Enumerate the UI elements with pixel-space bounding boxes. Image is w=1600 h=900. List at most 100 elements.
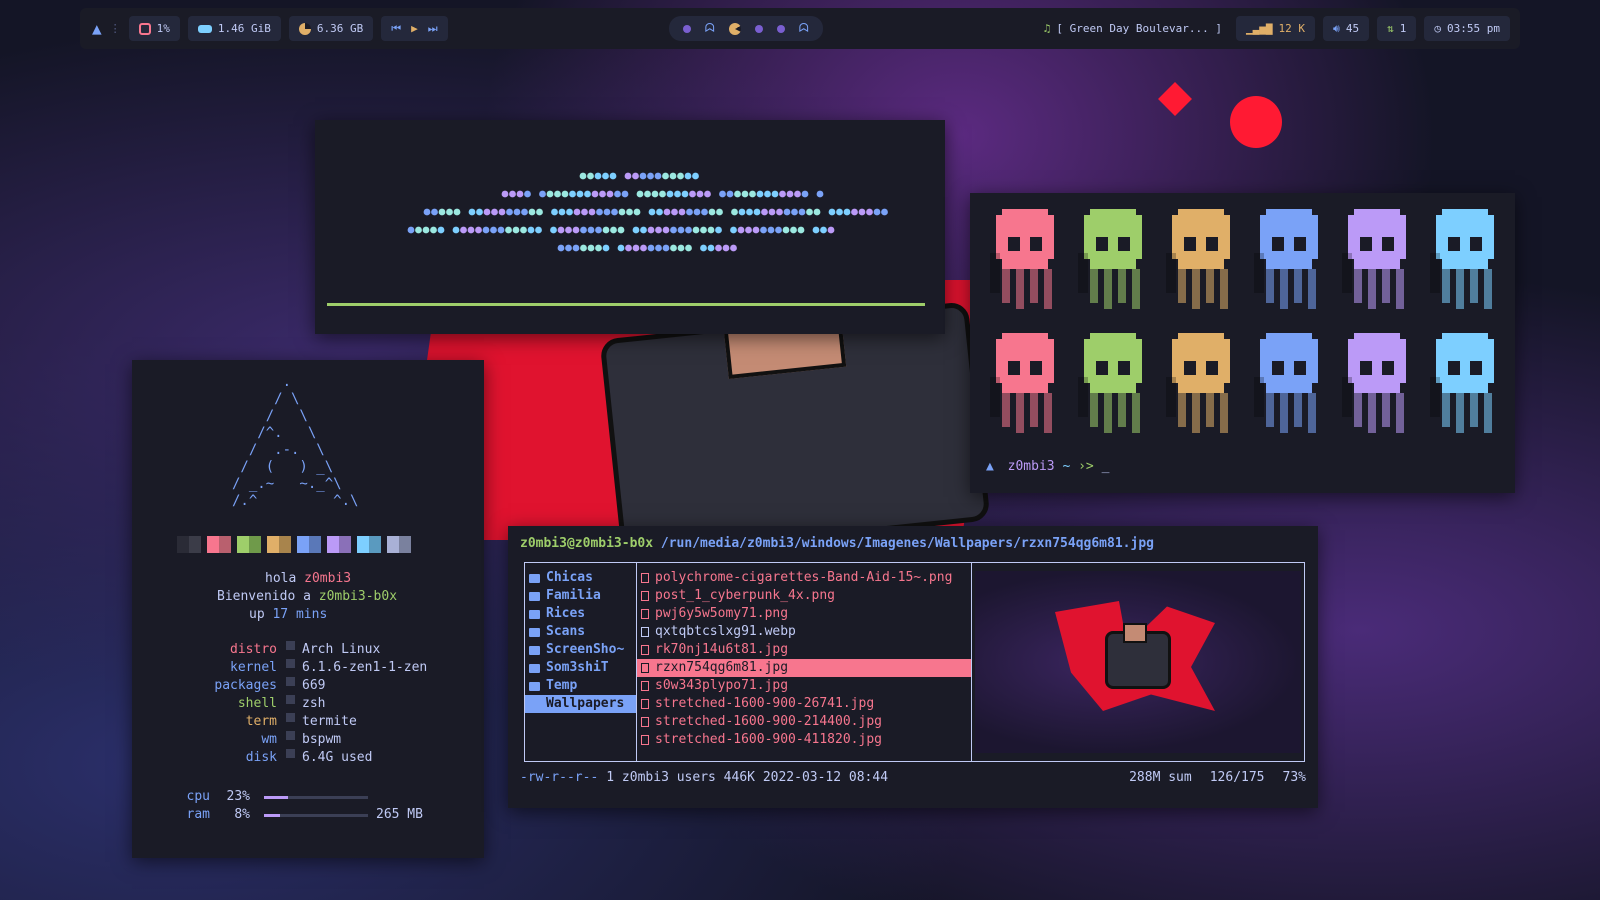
skull-icon [1430,209,1494,309]
info-key: wm [261,732,277,747]
info-row-kernel: kernel 6.1.6-zen1-1-zen [132,659,484,677]
path-user: z0mbi3@z0mbi3-b0x [520,536,654,551]
folder-icon [529,699,540,709]
menu-dots-icon[interactable]: ⋮ [110,22,121,35]
arch-ascii-logo: . / \ / \ /^. \ / .-. \ / ( ) _\ / _.~ ~… [232,374,359,509]
file-manager-window[interactable]: z0mbi3@z0mbi3-b0x /run/media/z0mbi3/wind… [508,526,1318,808]
wallpaper-red-diamond [1158,82,1192,116]
info-value: bspwm [302,732,342,747]
arch-logo-icon[interactable]: ▲ [92,19,102,38]
cpu-icon [138,22,151,35]
info-bullet-icon [286,659,295,668]
file-item[interactable]: pwj6y5w5omy71.png [637,605,971,623]
directory-item[interactable]: Wallpapers [525,695,636,713]
fetch-host: z0mbi3-b0x [318,589,398,604]
directory-item[interactable]: Chicas [525,569,636,587]
terminal-prompt[interactable]: ▲ z0mbi3 ~ ›> _ [986,459,1109,474]
folder-icon [529,627,540,637]
image-file-icon [641,699,649,709]
directory-item[interactable]: Rices [525,605,636,623]
directory-item[interactable]: Scans [525,623,636,641]
image-file-icon [641,591,649,601]
folder-icon [529,663,540,673]
cpu-widget: 1% [128,16,180,41]
image-file-icon [641,717,649,727]
sync-icon: ⇅ [1387,22,1394,35]
folder-icon [529,645,540,655]
visualizer-dots [407,172,888,252]
info-row-distro: distro Arch Linux [132,641,484,659]
info-bullet-icon [286,749,295,758]
wallpaper-red-dot [1230,96,1282,148]
directory-item[interactable]: Familia [525,587,636,605]
next-track-icon[interactable]: ⏭ [428,22,438,36]
now-playing-title: [ Green Day Boulevar... ] [1056,22,1222,35]
status-percent: 73% [1282,770,1306,785]
speaker-icon: 🔊︎ [1332,21,1340,35]
resource-bars: cpu 23% ram 8% 265 MB [132,788,484,824]
file-item[interactable]: stretched-1600-900-214400.jpg [637,713,971,731]
directory-item[interactable]: Temp [525,677,636,695]
visualizer-progress-line [327,303,925,306]
media-controls: ⏮ ▶ ⏭ [381,16,448,41]
workspace-2-ghost-icon[interactable]: ᗣ [705,21,715,36]
fetch-window[interactable]: . / \ / \ /^. \ / .-. \ / ( ) _\ / _.~ ~… [132,360,484,858]
workspace-3-pacman-icon[interactable] [728,22,741,35]
info-bullet-icon [286,731,295,740]
info-bullet-icon [286,641,295,650]
updates-count: 1 [1399,22,1407,35]
file-item[interactable]: stretched-1600-900-411820.jpg [637,731,971,749]
skull-icon [990,333,1054,433]
file-item[interactable]: s0w343plypo71.jpg [637,677,971,695]
workspace-6-ghost-icon[interactable]: ᗣ [799,21,809,36]
skull-icon [1342,333,1406,433]
ram-usage: 1.46 GiB [217,22,271,35]
previous-track-icon[interactable]: ⏮ [391,22,401,36]
network-speed: 12 K [1278,22,1305,35]
clock-widget[interactable]: ◷ 03:55 pm [1424,16,1511,41]
path-location: /run/media/z0mbi3/windows/Imagenes/Wallp… [660,536,1154,551]
network-widget[interactable]: ▁▃▅▇ 12 K [1235,16,1315,41]
updates-widget[interactable]: ⇅ 1 [1377,16,1417,41]
workspace-5[interactable] [776,24,785,33]
directory-item[interactable]: ScreenSho~ [525,641,636,659]
memory-icon [197,24,212,33]
colorscript-terminal[interactable]: ▲ z0mbi3 ~ ›> _ [970,193,1515,493]
workspace-4[interactable] [754,24,763,33]
workspaces: ᗣ ᗣ [668,16,823,41]
file-item[interactable]: polychrome-cigarettes-Band-Aid-15~.png [637,569,971,587]
folder-icon [529,573,540,583]
workspace-1[interactable] [682,24,691,33]
ram-widget: 1.46 GiB [187,16,281,41]
now-playing-widget[interactable]: ♫ [ Green Day Boulevar... ] [1044,22,1222,35]
file-manager-path: z0mbi3@z0mbi3-b0x /run/media/z0mbi3/wind… [520,536,1154,551]
image-file-icon [641,573,649,583]
volume-widget[interactable]: 🔊︎ 45 [1322,16,1370,41]
file-manager-statusbar: -rw-r--r-- 1 z0mbi3 users 446K 2022-03-1… [520,770,1306,785]
file-item[interactable]: stretched-1600-900-26741.jpg [637,695,971,713]
info-value: termite [302,714,357,729]
clock-time: 03:55 pm [1447,22,1501,35]
file-item[interactable]: rzxn754qg6m81.jpg [637,659,971,677]
top-bar: ▲ ⋮ 1% 1.46 GiB 6.36 GB ⏮ ▶ ⏭ ᗣ ᗣ ♫ [ Gr… [80,8,1520,49]
info-row-packages: packages 669 [132,677,484,695]
ram-percent: 8% [234,807,250,822]
fetch-user: z0mbi3 [304,571,352,586]
skull-icon [990,209,1054,309]
directory-pane: Chicas Familia Rices Scans ScreenSho~ Som3shi… [525,563,637,761]
skull-icon [1166,333,1230,433]
visualizer-window[interactable] [315,120,945,334]
music-note-icon: ♫ [1043,22,1051,35]
cpu-percent: 23% [226,789,250,804]
info-bullet-icon [286,695,295,704]
file-item[interactable]: rk70nj14u6t81.jpg [637,641,971,659]
image-file-icon [641,681,649,691]
disk-pie-icon [298,22,311,35]
file-item[interactable]: qxtqbtcslxg91.webp [637,623,971,641]
greeting-block: hola z0mbi3 Bienvenido a z0mbi3-b0x up 1… [217,571,398,622]
system-info-list: distro Arch Linux kernel 6.1.6-zen1-1-zen pa… [132,641,484,767]
directory-item[interactable]: Som3shiT [525,659,636,677]
play-icon[interactable]: ▶ [411,22,418,35]
status-position: 126/175 [1209,770,1265,785]
file-item[interactable]: post_1_cyberpunk_4x.png [637,587,971,605]
